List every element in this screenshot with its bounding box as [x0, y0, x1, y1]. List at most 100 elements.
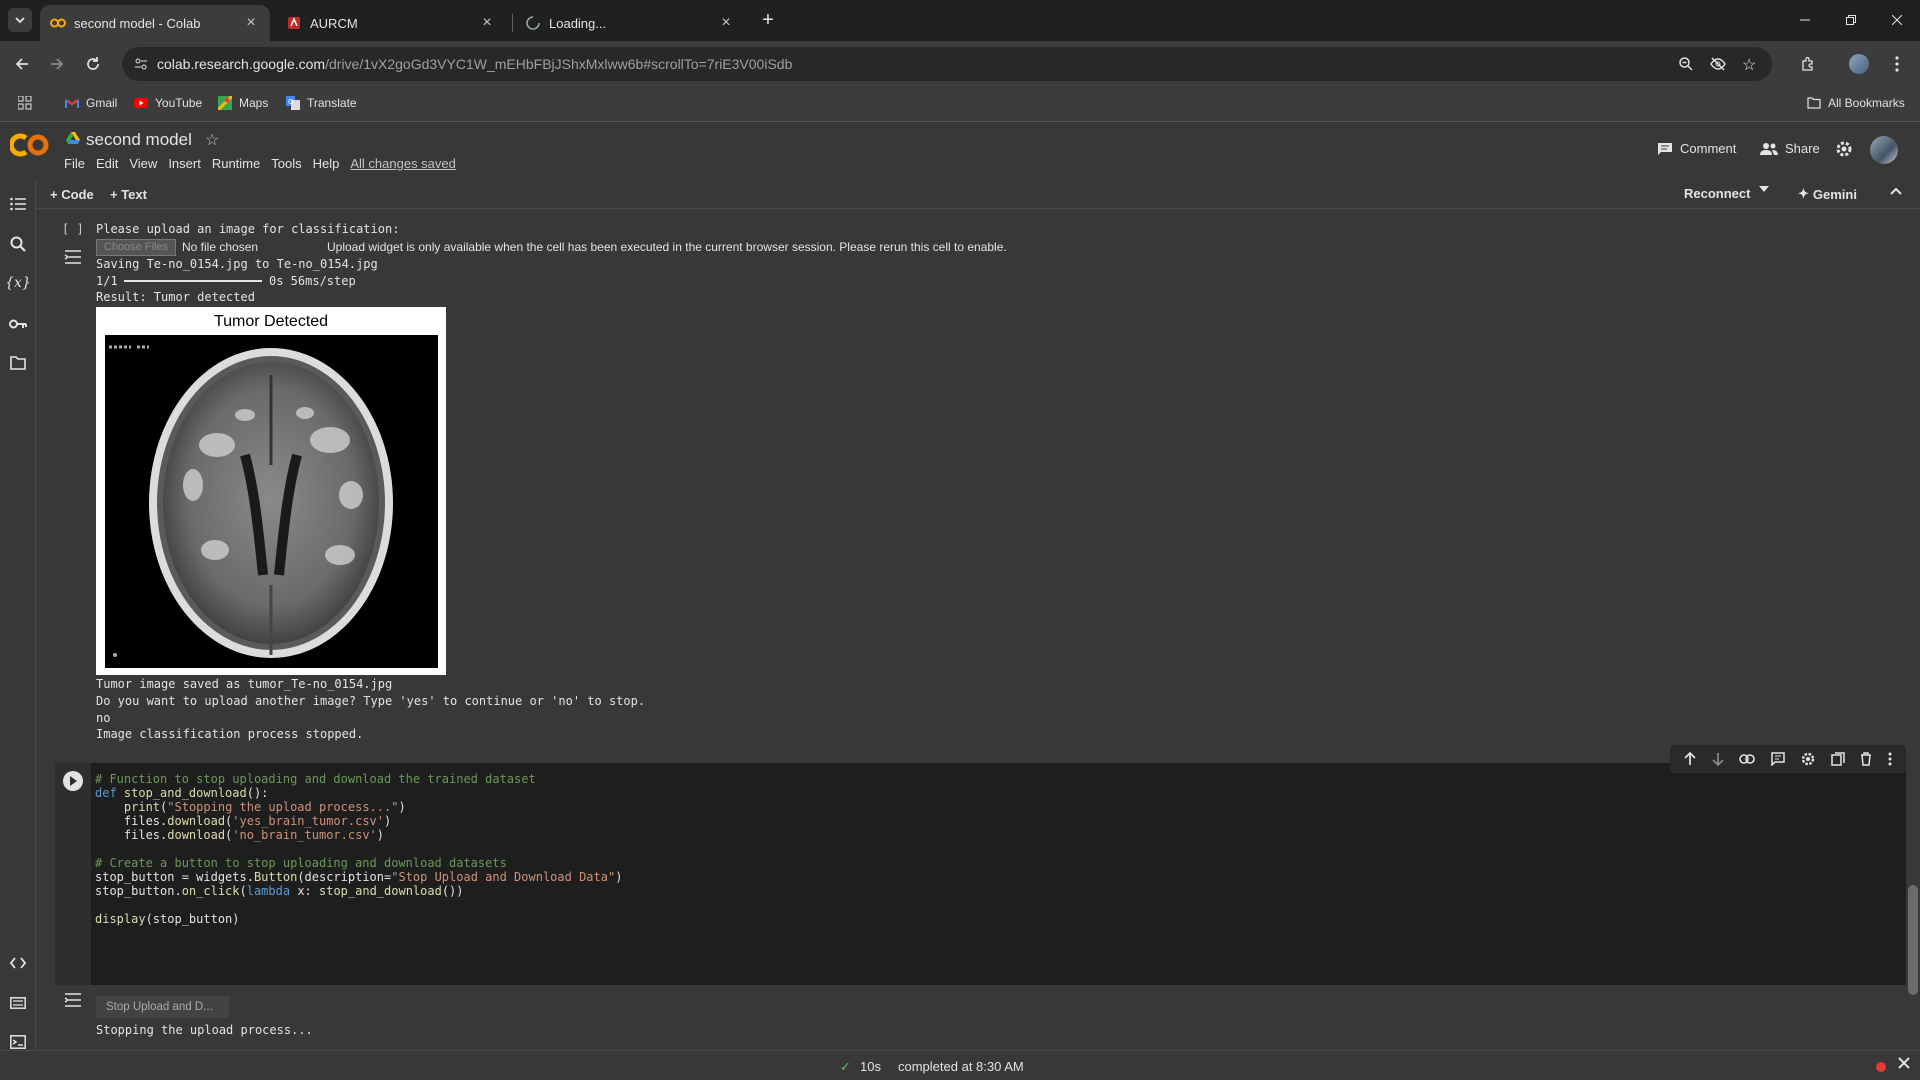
forward-button[interactable] — [44, 51, 70, 77]
colab-header: second model ☆ File Edit View Insert Run… — [0, 121, 1920, 179]
all-bookmarks-button[interactable]: All Bookmarks — [1806, 95, 1905, 111]
progress-suffix: 0s 56ms/step — [269, 274, 356, 288]
choose-files-button[interactable]: Choose Files — [96, 239, 176, 256]
share-button[interactable]: Share — [1760, 141, 1820, 156]
status-bar: ✓ 10s completed at 8:30 AM — [0, 1050, 1920, 1080]
add-code-button[interactable]: + Code — [50, 187, 94, 202]
menu-runtime[interactable]: Runtime — [212, 156, 260, 171]
delete-icon[interactable] — [1860, 752, 1872, 766]
bookmark-youtube[interactable]: YouTube — [133, 95, 202, 111]
code-token: Button — [253, 870, 298, 884]
table-of-contents-button[interactable] — [7, 193, 29, 215]
menu-help[interactable]: Help — [313, 156, 340, 171]
browser-tab-colab[interactable]: second model - Colab × — [40, 5, 270, 41]
add-text-button[interactable]: + Text — [110, 187, 147, 202]
settings-button[interactable] — [1835, 140, 1853, 158]
menu-bar: File Edit View Insert Runtime Tools Help… — [64, 156, 467, 171]
more-vert-icon[interactable] — [1888, 752, 1892, 766]
menu-edit[interactable]: Edit — [96, 156, 118, 171]
account-avatar[interactable] — [1870, 136, 1898, 164]
close-status-icon[interactable] — [1898, 1057, 1910, 1069]
address-bar[interactable]: colab.research.google.com/drive/1vX2goGd… — [122, 47, 1772, 81]
recording-indicator-icon — [1876, 1062, 1886, 1072]
extensions-button[interactable] — [1795, 51, 1821, 77]
zoom-icon[interactable] — [1678, 56, 1694, 72]
command-palette-button[interactable] — [7, 992, 29, 1014]
browser-tab-aurcm[interactable]: AURCM × — [276, 5, 506, 41]
code-line[interactable]: display(stop_button) — [95, 912, 240, 926]
tab-search-button[interactable] — [8, 8, 32, 32]
close-tab-icon[interactable]: × — [478, 14, 496, 32]
aurcm-favicon-icon — [286, 15, 302, 31]
collapse-header-button[interactable] — [1890, 187, 1902, 195]
site-info-icon[interactable] — [134, 57, 148, 71]
menu-view[interactable]: View — [129, 156, 157, 171]
code-editor[interactable]: # Function to stop uploading and downloa… — [91, 763, 1906, 985]
all-bookmarks-label: All Bookmarks — [1828, 96, 1905, 110]
link-icon[interactable] — [1739, 754, 1756, 764]
code-line[interactable]: # Create a button to stop uploading and … — [95, 856, 507, 870]
mri-scan-image — [105, 335, 438, 668]
close-window-button[interactable] — [1874, 8, 1920, 32]
close-tab-icon[interactable]: × — [717, 14, 735, 32]
gear-icon[interactable] — [1801, 752, 1815, 766]
stop-upload-button[interactable]: Stop Upload and D... — [96, 996, 229, 1018]
eye-off-icon[interactable] — [1710, 56, 1726, 72]
colab-logo-icon[interactable] — [10, 132, 50, 158]
reconnect-button[interactable]: Reconnect — [1684, 186, 1750, 201]
restore-button[interactable] — [1828, 8, 1874, 32]
bookmark-maps[interactable]: Maps — [217, 95, 268, 111]
reload-button[interactable] — [80, 51, 106, 77]
close-tab-icon[interactable]: × — [242, 14, 260, 32]
variables-icon[interactable]: {x} — [5, 272, 31, 294]
folder-icon — [1806, 95, 1822, 111]
browser-tab-loading[interactable]: Loading... × — [515, 5, 745, 41]
code-token: on_click — [181, 884, 240, 898]
code-snippets-button[interactable] — [7, 952, 29, 974]
code-line[interactable]: def stop_and_download(): — [95, 786, 268, 800]
move-up-icon[interactable] — [1684, 752, 1696, 766]
runtime-dropdown[interactable] — [1759, 186, 1769, 192]
completion-status[interactable]: completed at 8:30 AM — [898, 1059, 1024, 1074]
notebook-title[interactable]: second model — [86, 130, 192, 150]
menu-insert[interactable]: Insert — [168, 156, 201, 171]
comment-cell-icon[interactable] — [1771, 752, 1785, 766]
progress-fill — [124, 280, 262, 282]
code-line[interactable]: stop_button.on_click(lambda x: stop_and_… — [95, 884, 464, 898]
save-status-link[interactable]: All changes saved — [350, 156, 456, 171]
output-toggle-icon[interactable] — [64, 992, 82, 1008]
bookmark-translate[interactable]: G Translate — [285, 95, 357, 111]
output-toggle-icon[interactable] — [64, 249, 82, 265]
code-line[interactable]: files.download('no_brain_tumor.csv') — [95, 828, 384, 842]
find-replace-button[interactable] — [7, 233, 29, 255]
move-down-icon[interactable] — [1712, 752, 1724, 766]
star-bookmark-icon[interactable]: ☆ — [1742, 55, 1756, 75]
secrets-button[interactable] — [7, 313, 29, 335]
menu-file[interactable]: File — [64, 156, 85, 171]
files-button[interactable] — [7, 352, 29, 374]
apps-button[interactable] — [18, 96, 32, 110]
star-notebook-icon[interactable]: ☆ — [205, 130, 219, 150]
code-line[interactable]: print("Stopping the upload process...") — [95, 800, 406, 814]
folder-icon — [10, 356, 26, 370]
new-tab-button[interactable]: + — [758, 9, 778, 31]
code-token: 'yes_brain_tumor.csv' — [232, 814, 384, 828]
run-cell-button[interactable] — [63, 771, 83, 791]
minimize-button[interactable] — [1782, 8, 1828, 32]
bookmark-gmail[interactable]: Gmail — [64, 95, 117, 111]
code-line[interactable]: stop_button = widgets.Button(description… — [95, 870, 622, 884]
code-line[interactable]: files.download('yes_brain_tumor.csv') — [95, 814, 391, 828]
code-line[interactable]: # Function to stop uploading and downloa… — [95, 772, 536, 786]
code-token: # Create a button to stop uploading and … — [95, 856, 507, 870]
gemini-button[interactable]: ✦ Gemini — [1798, 186, 1857, 202]
mirror-cell-icon[interactable] — [1830, 752, 1845, 766]
comment-button[interactable]: Comment — [1657, 141, 1736, 156]
profile-button[interactable] — [1846, 51, 1872, 77]
menu-tools[interactable]: Tools — [271, 156, 301, 171]
back-button[interactable] — [9, 51, 35, 77]
browser-menu-button[interactable] — [1884, 51, 1910, 77]
notebook-scrollbar[interactable] — [1908, 885, 1918, 995]
code-token: ( — [239, 884, 247, 898]
url-path: /drive/1vX2goGd3VYC1W_mEHbFBjJShxMxlww6b… — [325, 56, 793, 72]
